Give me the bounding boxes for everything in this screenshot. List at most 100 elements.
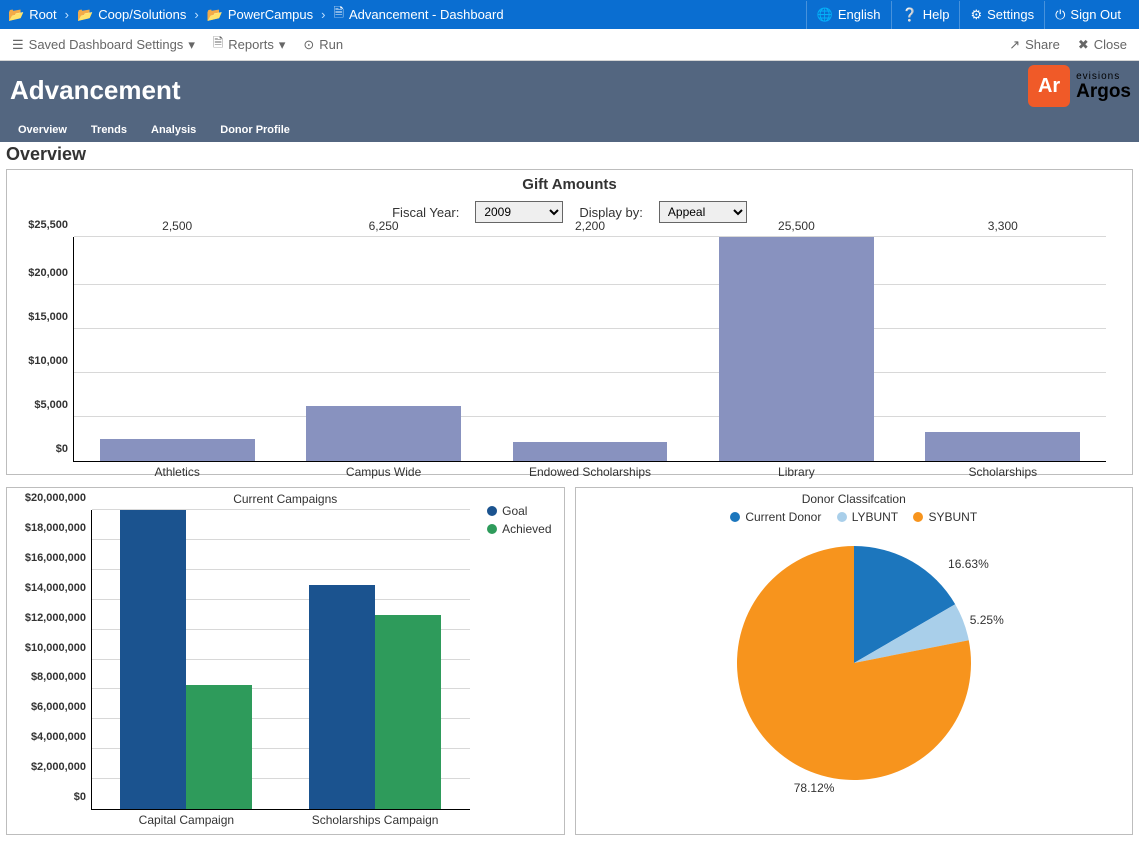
settings-label: Settings — [987, 7, 1034, 22]
y-axis-label: $4,000,000 — [31, 731, 92, 743]
folder-open-icon: 📂 — [8, 7, 24, 23]
y-axis-label: $0 — [56, 443, 74, 455]
page-title: Advancement — [10, 75, 181, 106]
breadcrumb-label: Advancement - Dashboard — [349, 7, 504, 22]
breadcrumb-root[interactable]: 📂 Root — [8, 7, 57, 23]
campaigns-panel: Current Campaigns Goal Achieved $0$2,000… — [6, 487, 565, 835]
help-button[interactable]: ❔Help — [891, 1, 960, 29]
gift-amounts-title: Gift Amounts — [13, 176, 1126, 193]
bar-value-label: 25,500 — [778, 219, 815, 237]
chart-bar[interactable] — [513, 442, 668, 461]
x-axis-label: Scholarships Campaign — [275, 809, 475, 827]
gift-amounts-chart: $0$5,000$10,000$15,000$20,000$25,5002,50… — [13, 237, 1126, 462]
bar-value-label: 2,200 — [575, 219, 605, 442]
campaigns-legend: Goal Achieved — [487, 504, 551, 540]
chart-bar[interactable] — [100, 439, 255, 461]
logo-evisions: evisions — [1076, 72, 1131, 82]
legend-achieved: Achieved — [487, 522, 551, 536]
y-axis-label: $6,000,000 — [31, 701, 92, 713]
share-button[interactable]: ↗ Share — [1009, 37, 1060, 53]
top-actions: 🌐 English ❔Help ⚙Settings ⏻Sign Out — [806, 1, 1131, 29]
pie-label-cd: 16.63% — [948, 557, 989, 571]
y-axis-label: $14,000,000 — [25, 582, 92, 594]
donor-panel: Donor Classifcation Current Donor LYBUNT… — [575, 487, 1134, 835]
pie-label-ly: 5.25% — [970, 613, 1004, 627]
y-axis-label: $12,000,000 — [25, 612, 92, 624]
x-axis-label: Endowed Scholarships — [490, 461, 690, 479]
legend-goal: Goal — [487, 504, 551, 518]
x-axis-label: Scholarships — [903, 461, 1103, 479]
tab-analysis[interactable]: Analysis — [139, 120, 208, 142]
logo-text: evisions Argos — [1076, 72, 1131, 101]
legend-achieved-label: Achieved — [502, 522, 551, 536]
donor-title: Donor Classifcation — [580, 492, 1129, 506]
pie-label-sy: 78.12% — [794, 781, 835, 795]
english-label: English — [838, 7, 881, 22]
breadcrumb-dashboard[interactable]: 🗎Advancement - Dashboard — [334, 4, 504, 26]
chart-bar[interactable] — [120, 510, 186, 809]
legend-lybunt: LYBUNT — [837, 510, 898, 524]
y-axis-label: $8,000,000 — [31, 671, 92, 683]
signout-button[interactable]: ⏻Sign Out — [1044, 1, 1131, 29]
display-by-select[interactable]: Appeal — [659, 201, 747, 223]
gift-amounts-panel: Gift Amounts Fiscal Year: 2009 Display b… — [6, 169, 1133, 475]
chart-bar[interactable] — [719, 237, 874, 461]
top-bar: 📂Root › 📂Coop/Solutions › 📂PowerCampus ›… — [0, 0, 1139, 29]
share-label: Share — [1025, 37, 1060, 52]
tab-trends[interactable]: Trends — [79, 120, 139, 142]
content: Overview Gift Amounts Fiscal Year: 2009 … — [0, 144, 1139, 845]
breadcrumb-coop[interactable]: 📂Coop/Solutions — [77, 7, 186, 23]
donor-pie-chart: 16.63% 5.25% 78.12% — [724, 533, 984, 793]
logo-argos: Argos — [1076, 82, 1131, 101]
chart-bar[interactable] — [306, 406, 461, 461]
x-axis-label: Capital Campaign — [86, 809, 286, 827]
chevron-right-icon: › — [321, 7, 325, 22]
x-axis-label: Library — [696, 461, 896, 479]
legend-cd-label: Current Donor — [745, 510, 821, 524]
tab-overview[interactable]: Overview — [6, 120, 79, 142]
section-title: Overview — [6, 144, 1133, 165]
english-button[interactable]: 🌐 English — [806, 1, 891, 29]
y-axis-label: $20,000,000 — [25, 492, 92, 504]
y-axis-label: $5,000 — [34, 399, 74, 411]
fiscal-year-select[interactable]: 2009 — [475, 201, 563, 223]
file-icon: 🗎 — [213, 34, 223, 56]
chart-bar[interactable] — [309, 585, 375, 809]
y-axis-label: $0 — [74, 791, 92, 803]
title-bar: Advancement Ar evisions Argos — [0, 61, 1139, 120]
legend-swatch-icon — [837, 512, 847, 522]
fiscal-year-label: Fiscal Year: — [392, 205, 459, 220]
globe-icon: 🌐 — [817, 7, 833, 23]
breadcrumb-powercampus[interactable]: 📂PowerCampus — [207, 7, 313, 23]
tab-donor[interactable]: Donor Profile — [208, 120, 302, 142]
toolbar: ☰Saved Dashboard Settings▾ 🗎 Reports ▾ ⊙Ru… — [0, 29, 1139, 61]
y-axis-label: $15,000 — [28, 311, 74, 323]
chart-bar[interactable] — [186, 685, 252, 809]
legend-swatch-icon — [487, 506, 497, 516]
breadcrumb-label: Root — [29, 7, 56, 22]
reports-label: Reports — [228, 37, 274, 52]
signout-label: Sign Out — [1070, 7, 1121, 22]
logo: Ar evisions Argos — [1028, 65, 1131, 107]
y-axis-label: $10,000 — [28, 355, 74, 367]
legend-sy-label: SYBUNT — [928, 510, 977, 524]
run-button[interactable]: ⊙Run — [303, 37, 343, 53]
legend-swatch-icon — [487, 524, 497, 534]
lower-panels: Current Campaigns Goal Achieved $0$2,000… — [6, 487, 1133, 835]
help-label: Help — [923, 7, 950, 22]
x-axis-label: Campus Wide — [284, 461, 484, 479]
close-label: Close — [1094, 37, 1127, 52]
y-axis-label: $16,000,000 — [25, 552, 92, 564]
close-button[interactable]: ✖Close — [1078, 37, 1127, 53]
chart-bar[interactable] — [375, 615, 441, 809]
logo-square: Ar — [1028, 65, 1070, 107]
list-icon: ☰ — [12, 37, 24, 53]
settings-button[interactable]: ⚙Settings — [959, 1, 1044, 29]
campaigns-title: Current Campaigns — [11, 492, 560, 506]
saved-dashboard-button[interactable]: ☰Saved Dashboard Settings▾ — [12, 37, 195, 53]
legend-goal-label: Goal — [502, 504, 527, 518]
caret-down-icon: ▾ — [188, 37, 195, 53]
reports-button[interactable]: 🗎Reports▾ — [213, 34, 286, 56]
share-icon: ↗ — [1009, 37, 1020, 53]
chart-bar[interactable] — [925, 432, 1080, 461]
